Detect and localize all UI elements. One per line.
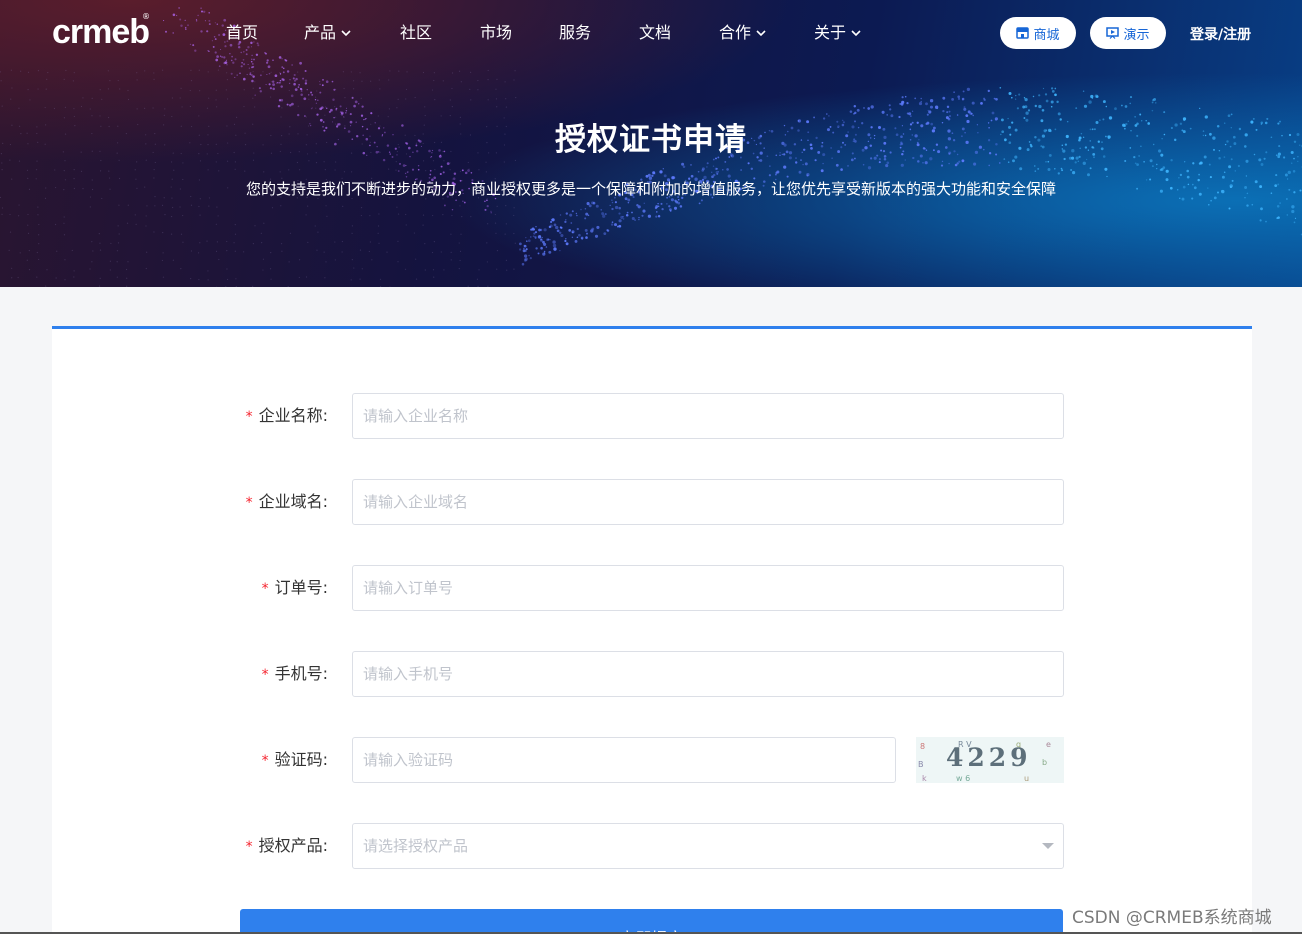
field-label: * 手机号:: [262, 651, 328, 697]
watermark: CSDN @CRMEB系统商城: [1072, 908, 1272, 928]
submit-button[interactable]: 立即提交: [240, 909, 1063, 934]
field-label: * 企业名称:: [246, 393, 328, 439]
form-row-company-name: * 企业名称:: [52, 393, 1252, 439]
svg-text:b: b: [1042, 758, 1047, 767]
field-label-text: 授权产品:: [258, 836, 328, 855]
logo-text: crmeb: [52, 13, 150, 51]
form-row-order-number: * 订单号:: [52, 565, 1252, 611]
nav-label: 关于: [814, 23, 847, 42]
svg-text:8: 8: [920, 742, 925, 751]
nav-label: 合作: [719, 23, 752, 42]
nav-label: 服务: [559, 23, 592, 42]
captcha-image[interactable]: 8 R V q e B b k w 6 u 4229: [916, 737, 1064, 783]
field-label-text: 企业域名:: [258, 492, 328, 511]
company-name-input[interactable]: [352, 393, 1064, 439]
required-mark: *: [245, 495, 253, 511]
crmeb-logo[interactable]: crmeb: [52, 14, 152, 50]
field-label-text: 订单号:: [274, 578, 328, 597]
field-label: * 验证码:: [262, 737, 328, 783]
svg-text:w 6: w 6: [956, 774, 970, 783]
nav-label: 市场: [480, 23, 513, 42]
caret-down-icon: [1042, 843, 1054, 849]
svg-text:B: B: [918, 760, 924, 769]
demo-button-label: 演示: [1123, 27, 1150, 43]
mall-button-label: 商城: [1033, 27, 1060, 43]
svg-text:u: u: [1024, 774, 1029, 783]
store-icon: [1016, 27, 1030, 39]
nav-item-cooperation[interactable]: 合作: [719, 22, 767, 44]
required-mark: *: [261, 581, 269, 597]
top-navigation: crmeb ® 首页 产品 社区 市场 服务 文档 合作 关于 商城 演示 登录…: [0, 0, 1302, 66]
nav-item-market[interactable]: 市场: [480, 22, 512, 44]
form-row-phone: * 手机号:: [52, 651, 1252, 697]
demo-button[interactable]: 演示: [1090, 17, 1166, 49]
license-application-form: *企业名称: *企业域名: *订单号: *手机号: *验证码: 8 R V q: [52, 326, 1252, 934]
chevron-down-icon: [851, 30, 861, 37]
page-title: 授权证书申请: [555, 122, 747, 158]
company-domain-input[interactable]: [352, 479, 1064, 525]
nav-item-about[interactable]: 关于: [814, 22, 862, 44]
page-subtitle: 您的支持是我们不断进步的动力，商业授权更多是一个保障和附加的增值服务，让您优先享…: [245, 180, 1056, 198]
mall-button[interactable]: 商城: [1000, 17, 1076, 49]
product-select[interactable]: [352, 823, 1064, 869]
chevron-down-icon: [756, 30, 766, 37]
field-label: * 企业域名:: [246, 479, 328, 525]
registered-mark: ®: [142, 12, 150, 21]
field-label: * 授权产品:: [246, 823, 328, 869]
hero-banner: crmeb ® 首页 产品 社区 市场 服务 文档 合作 关于 商城 演示 登录…: [0, 0, 1302, 287]
required-mark: *: [261, 753, 269, 769]
required-mark: *: [245, 839, 253, 855]
nav-label: 首页: [226, 23, 259, 42]
nav-item-home[interactable]: 首页: [226, 22, 258, 44]
field-label-text: 企业名称:: [258, 406, 328, 425]
form-row-captcha: * 验证码: 8 R V q e B b k w 6 u 4229: [52, 737, 1252, 783]
required-mark: *: [261, 667, 269, 683]
form-row-product: * 授权产品:: [52, 823, 1252, 869]
captcha-code: 4229: [946, 743, 1032, 772]
required-mark: *: [245, 409, 253, 425]
svg-text:k: k: [922, 774, 927, 783]
chevron-down-icon: [341, 30, 351, 37]
nav-label: 文档: [639, 23, 672, 42]
form-row-company-domain: * 企业域名:: [52, 479, 1252, 525]
field-label-text: 手机号:: [274, 664, 328, 683]
presentation-icon: [1106, 27, 1120, 39]
nav-item-service[interactable]: 服务: [559, 22, 591, 44]
nav-label: 产品: [304, 23, 337, 42]
nav-label: 社区: [400, 23, 433, 42]
phone-input[interactable]: [352, 651, 1064, 697]
order-number-input[interactable]: [352, 565, 1064, 611]
nav-item-docs[interactable]: 文档: [639, 22, 671, 44]
nav-item-products[interactable]: 产品: [304, 22, 352, 44]
nav-item-community[interactable]: 社区: [400, 22, 432, 44]
field-label: * 订单号:: [262, 565, 328, 611]
login-register-link[interactable]: 登录/注册: [1190, 24, 1251, 44]
svg-text:e: e: [1046, 740, 1051, 749]
field-label-text: 验证码:: [274, 750, 328, 769]
captcha-input[interactable]: [352, 737, 896, 783]
